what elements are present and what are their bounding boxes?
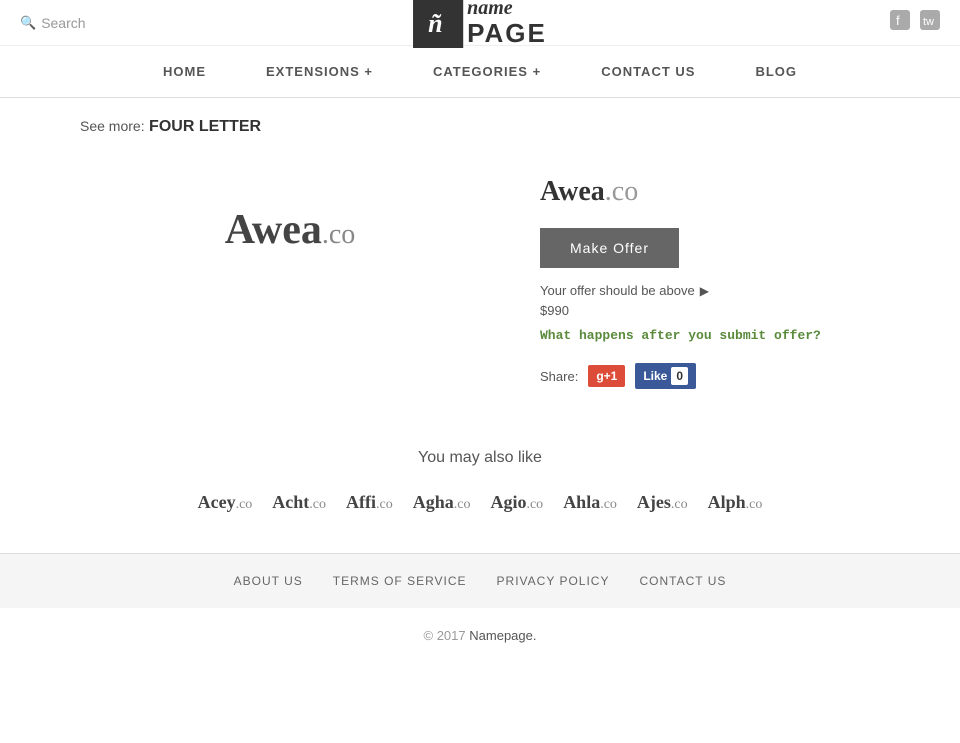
logo-name-text: name — [467, 0, 547, 19]
also-like-name: Alph — [708, 492, 746, 512]
also-like-item[interactable]: Ajes.co — [637, 492, 688, 513]
footer-brand-link[interactable]: Namepage. — [469, 628, 536, 643]
also-like-item[interactable]: Acey.co — [198, 492, 253, 513]
also-like-grid: Acey.coAcht.coAffi.coAgha.coAgio.coAhla.… — [80, 492, 880, 513]
domain-logo-area: Awea.co — [80, 166, 500, 294]
domain-full-tld: .co — [605, 176, 638, 207]
svg-text:ñ: ñ — [428, 9, 442, 38]
also-like-name: Acht — [272, 492, 309, 512]
main-content: Awea.co Awea.co Make Offer Your offer sh… — [0, 156, 960, 429]
domain-full-name: Awea — [540, 176, 605, 207]
also-like-item[interactable]: Agio.co — [490, 492, 543, 513]
also-like-item[interactable]: Affi.co — [346, 492, 393, 513]
also-like-item[interactable]: Acht.co — [272, 492, 326, 513]
domain-tld-display: .co — [322, 219, 355, 250]
logo[interactable]: ñ name PAGE — [413, 0, 547, 48]
also-like-name: Ahla — [563, 492, 600, 512]
nav-home[interactable]: HOME — [133, 46, 236, 97]
also-like-tld: .co — [746, 497, 763, 512]
also-like-name: Affi — [346, 492, 376, 512]
offer-amount: $990 — [540, 303, 880, 318]
footer-links: ABOUT US TERMS OF SERVICE PRIVACY POLICY CO… — [0, 553, 960, 608]
facebook-like-button[interactable]: Like 0 — [635, 363, 696, 389]
svg-text:tw: tw — [923, 16, 934, 28]
twitter-icon[interactable]: tw — [920, 10, 940, 35]
facebook-icon[interactable]: f — [890, 10, 910, 35]
google-plus-button[interactable]: g+1 — [588, 365, 625, 387]
also-like-section: You may also like Acey.coAcht.coAffi.coA… — [0, 429, 960, 553]
footer-copy: © 2017 Namepage. — [0, 608, 960, 663]
also-like-title: You may also like — [80, 449, 880, 467]
logo-icon: ñ — [413, 0, 463, 48]
offer-hint-text: Your offer should be above — [540, 283, 695, 298]
search-icon: 🔍 — [20, 15, 36, 31]
nav-blog[interactable]: BLOG — [725, 46, 827, 97]
nav-categories[interactable]: CATEGORIES + — [403, 46, 571, 97]
main-nav: HOME EXTENSIONS + CATEGORIES + CONTACT U… — [0, 46, 960, 98]
domain-logo-display: Awea.co — [225, 206, 356, 254]
make-offer-button[interactable]: Make Offer — [540, 228, 679, 268]
domain-info: Awea.co Make Offer Your offer should be … — [540, 166, 880, 389]
domain-name-display: Awea — [225, 207, 322, 253]
also-like-name: Agio — [490, 492, 526, 512]
also-like-name: Acey — [198, 492, 236, 512]
share-row: Share: g+1 Like 0 — [540, 363, 880, 389]
svg-text:f: f — [896, 13, 900, 28]
also-like-item[interactable]: Alph.co — [708, 492, 763, 513]
also-like-tld: .co — [236, 497, 253, 512]
footer-link-contact[interactable]: CONTACT US — [639, 574, 726, 588]
share-label: Share: — [540, 369, 578, 384]
also-like-tld: .co — [309, 497, 326, 512]
offer-hint-arrow: ▶ — [700, 284, 709, 298]
header: 🔍 Search ñ name PAGE f tw — [0, 0, 960, 46]
fb-like-label: Like — [643, 369, 667, 383]
also-like-item[interactable]: Ahla.co — [563, 492, 617, 513]
footer-link-terms[interactable]: TERMS OF SERVICE — [333, 574, 467, 588]
breadcrumb-link[interactable]: FOUR LETTER — [149, 118, 261, 135]
also-like-tld: .co — [376, 497, 393, 512]
also-like-item[interactable]: Agha.co — [413, 492, 471, 513]
nav-extensions[interactable]: EXTENSIONS + — [236, 46, 403, 97]
offer-hint: Your offer should be above ▶ — [540, 283, 880, 298]
logo-page-text: PAGE — [467, 19, 547, 48]
footer-copy-text: © 2017 — [424, 628, 466, 643]
also-like-tld: .co — [671, 497, 688, 512]
also-like-tld: .co — [454, 497, 471, 512]
breadcrumb-see-more: See more: — [80, 118, 145, 134]
nav-contact[interactable]: CONTACT US — [571, 46, 725, 97]
what-happens-link[interactable]: What happens after you submit offer? — [540, 328, 880, 343]
breadcrumb: See more: FOUR LETTER — [0, 98, 960, 156]
social-icons: f tw — [820, 10, 940, 35]
also-like-tld: .co — [526, 497, 543, 512]
fb-like-count: 0 — [671, 367, 688, 385]
footer-link-about[interactable]: ABOUT US — [234, 574, 303, 588]
domain-title: Awea.co — [540, 176, 880, 208]
also-like-name: Agha — [413, 492, 454, 512]
search-area[interactable]: 🔍 Search — [20, 15, 140, 31]
also-like-name: Ajes — [637, 492, 671, 512]
also-like-tld: .co — [600, 497, 617, 512]
footer-link-privacy[interactable]: PRIVACY POLICY — [497, 574, 610, 588]
search-label: Search — [41, 15, 85, 31]
